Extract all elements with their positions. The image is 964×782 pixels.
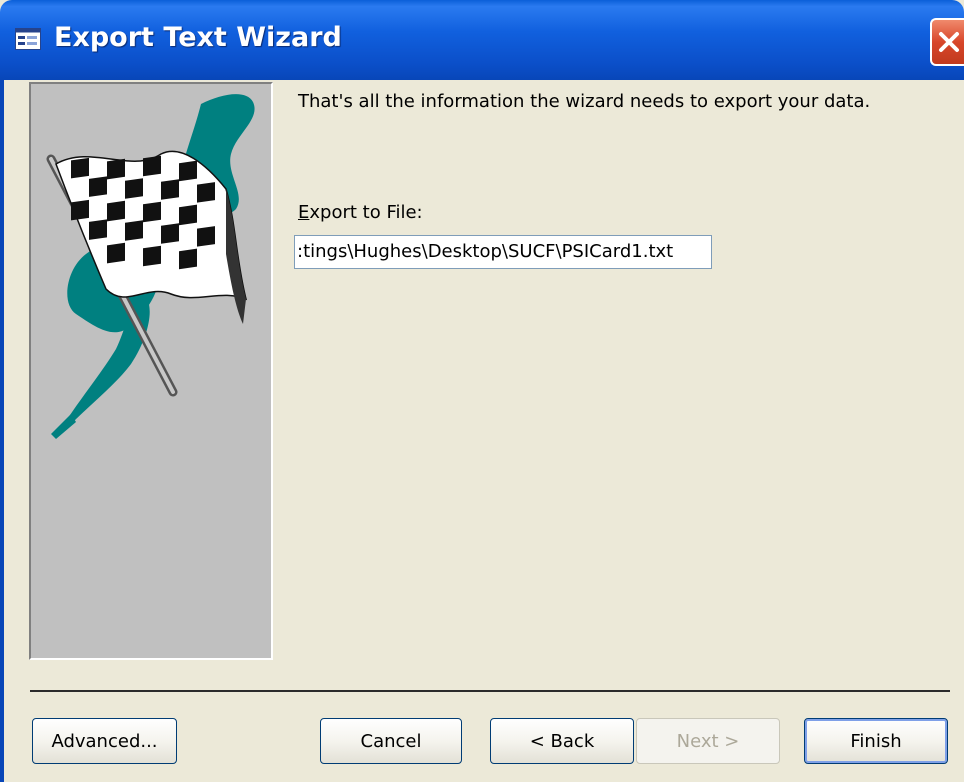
export-file-input[interactable]: :tings\Hughes\Desktop\SUCF\PSICard1.txt <box>294 235 712 269</box>
window-title: Export Text Wizard <box>54 22 342 53</box>
title-bar: Export Text Wizard <box>0 0 964 80</box>
cancel-button-label: Cancel <box>360 730 422 752</box>
export-file-label-text: xport to File: <box>309 202 423 223</box>
close-button[interactable] <box>930 18 964 66</box>
separator-line <box>30 690 950 692</box>
window-frame <box>0 80 4 782</box>
wizard-image-panel <box>29 82 273 660</box>
next-button-label: Next > <box>676 730 740 752</box>
cancel-button[interactable]: Cancel <box>320 718 462 764</box>
wizard-message: That's all the information the wizard ne… <box>298 91 871 112</box>
finish-button-label: Finish <box>850 730 902 752</box>
finish-button[interactable]: Finish <box>804 718 948 764</box>
next-button[interactable]: Next > <box>636 718 780 764</box>
back-button-label: < Back <box>529 730 595 752</box>
export-file-label: Export to File: <box>298 202 423 223</box>
advanced-button[interactable]: Advanced... <box>32 718 177 764</box>
advanced-button-label: Advanced... <box>51 730 158 752</box>
checkered-flag-icon <box>46 94 255 439</box>
form-icon <box>15 28 41 50</box>
export-file-value: :tings\Hughes\Desktop\SUCF\PSICard1.txt <box>297 241 674 262</box>
back-button[interactable]: < Back <box>490 718 634 764</box>
